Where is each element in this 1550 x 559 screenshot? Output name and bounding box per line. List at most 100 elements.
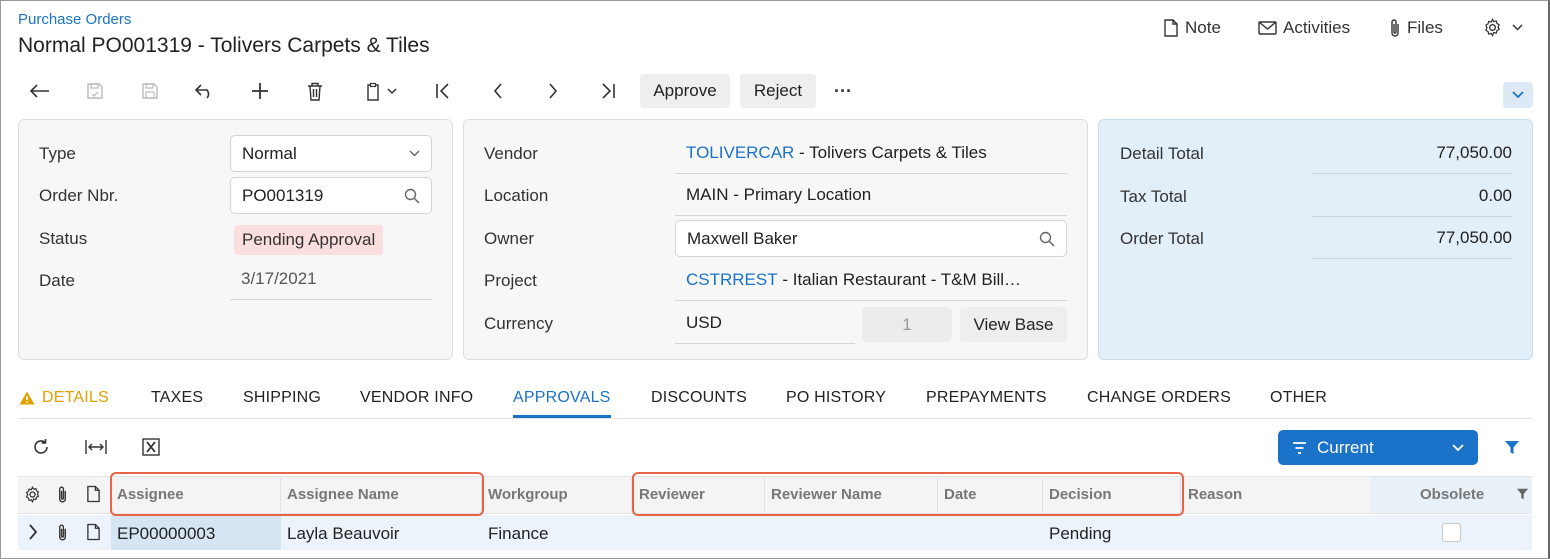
col-reason[interactable]: Reason [1188,486,1242,503]
gear-icon [24,486,41,503]
status-label: Status [39,229,88,248]
more-actions-button[interactable]: ··· [825,74,861,108]
save-icon [141,82,159,100]
view-base-button[interactable]: View Base [960,307,1067,342]
column-settings-button[interactable] [24,486,41,508]
filter-select[interactable]: Current [1278,430,1478,465]
first-record-button[interactable] [425,74,461,108]
col-workgroup[interactable]: Workgroup [488,486,568,503]
row-attachment-icon[interactable] [57,523,68,547]
expand-row-icon[interactable] [28,524,38,545]
tab-other[interactable]: OTHER [1270,389,1327,407]
reject-button[interactable]: Reject [740,74,816,108]
tax-total-value: 0.00 [1312,175,1512,217]
delete-button[interactable] [297,74,333,108]
owner-field[interactable]: Maxwell Baker [675,220,1067,257]
filter-select-inner: Current [1292,438,1374,458]
location-field: MAIN - Primary Location [675,174,1067,216]
order-nbr-field[interactable]: PO001319 [230,177,432,214]
chevron-down-icon [1512,91,1524,99]
cell-assignee-name: Layla Beauvoir [287,524,400,543]
col-obsolete[interactable]: Obsolete [1420,486,1484,503]
project-label: Project [484,271,537,290]
search-icon[interactable] [404,188,420,204]
collapse-header-button[interactable] [1503,82,1533,108]
tab-change-orders[interactable]: CHANGE ORDERS [1087,389,1231,407]
obsolete-checkbox[interactable] [1442,523,1461,542]
column-filter-icon[interactable] [1516,485,1529,505]
add-button[interactable] [242,74,278,108]
search-icon[interactable] [1039,231,1055,247]
activities-label: Activities [1283,18,1351,37]
approve-button[interactable]: Approve [640,74,730,108]
chevron-down-icon [1452,443,1464,452]
last-record-button[interactable] [590,74,626,108]
notes-column-icon [86,485,101,508]
breadcrumb[interactable]: Purchase Orders [18,11,131,28]
tax-total-label: Tax Total [1120,187,1187,206]
status-badge: Pending Approval [234,225,384,255]
project-name: - Italian Restaurant - T&M Bill… [777,269,1022,289]
save-button[interactable] [132,74,168,108]
first-icon [435,83,451,99]
vendor-code-link[interactable]: TOLIVERCAR [686,143,794,163]
type-value: Normal [242,143,297,163]
clipboard-icon [365,82,381,101]
tab-taxes[interactable]: TAXES [151,389,203,407]
back-arrow-icon [30,84,50,98]
save-close-button[interactable] [77,74,113,108]
last-icon [600,83,616,99]
funnel-icon [1504,440,1520,455]
refresh-button[interactable] [26,434,56,460]
chevron-down-icon [387,88,397,94]
note-button[interactable]: Note [1163,18,1221,38]
paperclip-icon [1389,18,1401,38]
project-code-link[interactable]: CSTRREST [686,270,778,290]
files-button[interactable]: Files [1389,18,1443,38]
order-total-value: 77,050.00 [1312,217,1512,259]
note-icon [1163,19,1179,37]
chevron-right-icon [548,83,558,99]
vendor-label: Vendor [484,144,538,163]
fit-columns-button[interactable] [81,434,111,460]
filter-select-label: Current [1317,437,1374,457]
location-label: Location [484,186,549,205]
cell-workgroup: Finance [488,524,549,543]
vendor-field: TOLIVERCAR - Tolivers Carpets & Tiles [675,132,1067,174]
gear-icon [1483,18,1502,37]
date-label: Date [39,271,75,290]
owner-value: Maxwell Baker [687,228,798,248]
previous-record-button[interactable] [480,74,516,108]
undo-button[interactable] [187,74,223,108]
currency-field: USD [675,302,855,344]
excel-icon [142,438,160,456]
filter-button[interactable] [1497,434,1527,460]
export-excel-button[interactable] [136,434,166,460]
tab-discounts[interactable]: DISCOUNTS [651,389,747,407]
undo-icon [195,83,215,99]
settings-menu[interactable] [1483,18,1523,37]
fit-width-icon [85,439,107,455]
order-nbr-label: Order Nbr. [39,186,119,205]
tab-prepayments[interactable]: PREPAYMENTS [926,389,1047,407]
cell-assignee[interactable]: EP00000003 [117,524,215,544]
trash-icon [307,82,323,101]
activities-button[interactable]: Activities [1258,18,1350,38]
tab-approvals[interactable]: APPROVALS [513,389,611,407]
detail-total-value: 77,050.00 [1312,132,1512,174]
order-nbr-value: PO001319 [242,185,324,205]
refresh-icon [32,438,50,456]
highlight-reviewer-columns [632,472,1184,516]
copy-paste-menu[interactable] [358,74,404,108]
next-record-button[interactable] [535,74,571,108]
owner-label: Owner [484,229,535,248]
type-select[interactable]: Normal [230,135,432,172]
tab-details[interactable]: DETAILS [19,389,109,407]
row-note-icon[interactable] [86,523,101,546]
tab-po-history[interactable]: PO HISTORY [786,389,886,407]
detail-total-label: Detail Total [1120,144,1204,163]
tab-details-label: DETAILS [42,389,109,406]
tab-vendor-info[interactable]: VENDOR INFO [360,389,473,407]
tab-shipping[interactable]: SHIPPING [243,389,321,407]
back-button[interactable] [22,74,58,108]
